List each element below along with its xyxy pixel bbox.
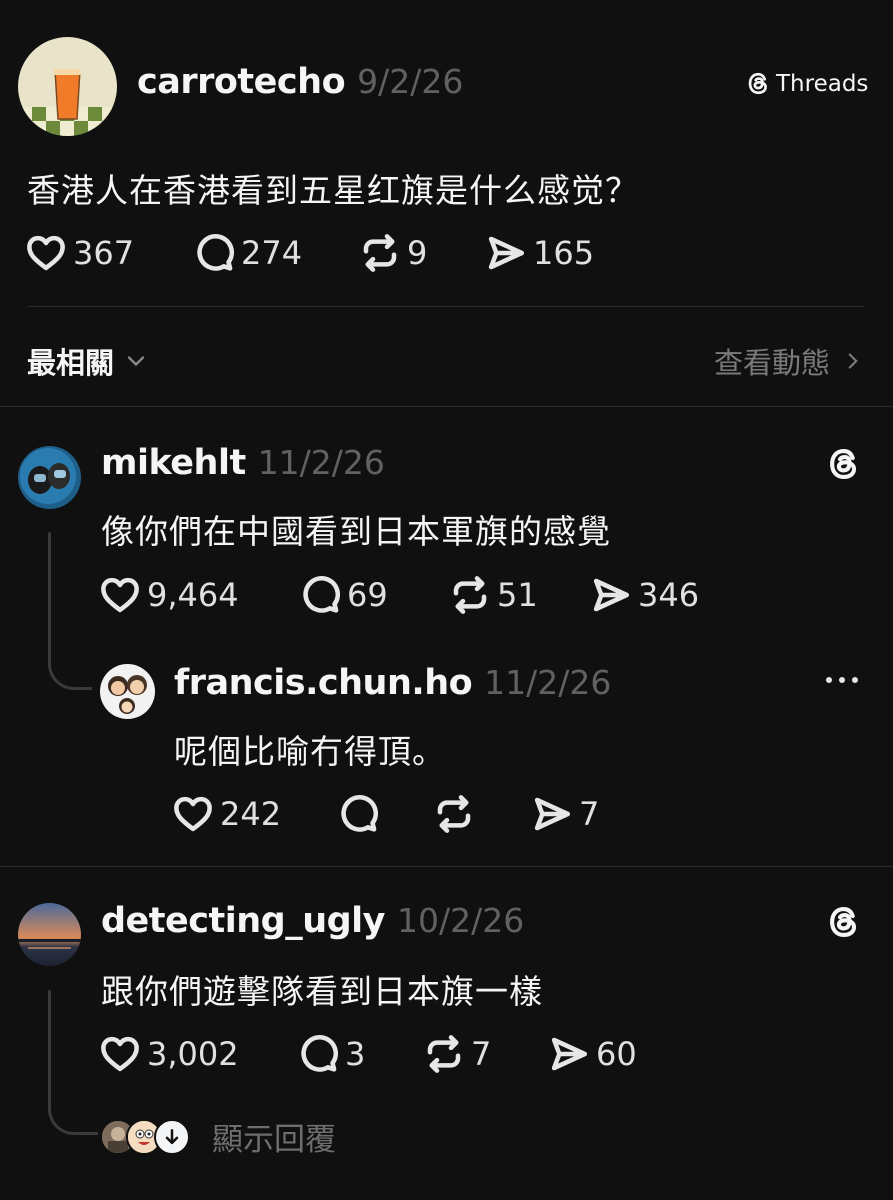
reply-username[interactable]: detecting_ugly	[101, 901, 386, 941]
repost-icon	[423, 1033, 465, 1075]
reply-actions: 9,464 69 51 346	[99, 574, 699, 616]
thread-connector	[48, 630, 92, 690]
like-count: 242	[220, 795, 282, 833]
send-icon	[531, 793, 573, 835]
sort-label: 最相關	[27, 346, 115, 380]
send-icon	[485, 232, 527, 274]
repost-button[interactable]: 7	[423, 1033, 548, 1075]
post-actions: 367 274 9 165	[25, 232, 594, 274]
share-button[interactable]: 60	[548, 1033, 637, 1075]
reply-text: 像你們在中國看到日本軍旗的感覺	[101, 512, 611, 551]
comment-button[interactable]: 3	[297, 1033, 423, 1075]
repost-icon	[359, 232, 401, 274]
threads-logo-icon[interactable]	[825, 903, 863, 941]
threads-badge[interactable]: Threads	[745, 70, 868, 97]
like-button[interactable]: 242	[172, 793, 337, 835]
share-button[interactable]: 7	[531, 793, 599, 835]
reply-date: 10/2/26	[397, 901, 525, 940]
reply-username[interactable]: mikehlt	[101, 443, 246, 483]
share-button[interactable]: 346	[590, 574, 699, 616]
divider	[27, 306, 865, 307]
heart-icon	[172, 793, 214, 835]
comment-count: 274	[241, 234, 303, 272]
like-button[interactable]: 367	[25, 232, 193, 274]
send-icon	[548, 1033, 590, 1075]
repost-icon	[449, 574, 491, 616]
comment-icon	[297, 1033, 339, 1075]
reply-username[interactable]: francis.chun.ho	[174, 663, 473, 703]
thread-line	[48, 990, 51, 1080]
repost-count: 7	[471, 1035, 492, 1073]
reply-actions: 242 7	[172, 793, 599, 835]
repost-icon	[433, 793, 475, 835]
thread-connector	[48, 1075, 98, 1135]
like-count: 3,002	[147, 1035, 239, 1073]
share-count: 346	[638, 576, 700, 614]
like-count: 367	[73, 234, 135, 272]
show-replies-button[interactable]: 顯示回覆	[100, 1114, 336, 1159]
heart-icon	[25, 232, 67, 274]
more-options-icon[interactable]	[826, 677, 858, 683]
share-count: 165	[533, 234, 595, 272]
sort-dropdown[interactable]: 最相關	[27, 340, 150, 382]
view-activity-link[interactable]: 查看動態	[714, 340, 866, 382]
comment-button[interactable]: 274	[193, 232, 359, 274]
like-button[interactable]: 3,002	[99, 1033, 297, 1075]
reply-text: 呢個比喻冇得頂。	[174, 732, 446, 771]
comment-icon	[193, 232, 235, 274]
post-date: 9/2/26	[357, 62, 464, 101]
arrow-down-icon	[154, 1118, 190, 1155]
post-text: 香港人在香港看到五星红旗是什么感觉？	[27, 171, 639, 210]
post-username[interactable]: carrotecho	[137, 62, 346, 102]
threads-label: Threads	[776, 70, 869, 97]
repost-button[interactable]: 51	[449, 574, 590, 616]
avatar-carrotecho[interactable]	[18, 37, 117, 136]
reply-text: 跟你們遊擊隊看到日本旗一樣	[101, 972, 543, 1011]
chevron-right-icon	[848, 353, 858, 369]
comment-button[interactable]: 69	[299, 574, 449, 616]
comment-count: 69	[347, 576, 388, 614]
reply-actions: 3,002 3 7 60	[99, 1033, 637, 1075]
reply-date: 11/2/26	[484, 663, 612, 702]
repost-count: 51	[497, 576, 538, 614]
repost-button[interactable]	[433, 793, 531, 835]
chevron-down-icon	[127, 356, 145, 367]
comment-icon	[299, 574, 341, 616]
share-count: 60	[596, 1035, 637, 1073]
share-button[interactable]: 165	[485, 232, 594, 274]
threads-logo-icon[interactable]	[825, 445, 863, 483]
heart-icon	[99, 1033, 141, 1075]
comment-button[interactable]	[337, 793, 433, 835]
threads-logo-icon	[745, 70, 772, 97]
heart-icon	[99, 574, 141, 616]
repost-button[interactable]: 9	[359, 232, 485, 274]
share-count: 7	[579, 795, 600, 833]
reply-date: 11/2/26	[257, 443, 385, 482]
show-replies-label: 顯示回覆	[212, 1122, 336, 1158]
divider	[0, 406, 893, 407]
thread-line	[48, 532, 51, 637]
comment-icon	[337, 793, 379, 835]
like-button[interactable]: 9,464	[99, 574, 299, 616]
avatar-detecting-ugly[interactable]	[18, 903, 81, 966]
repost-count: 9	[407, 234, 428, 272]
like-count: 9,464	[147, 576, 239, 614]
comment-count: 3	[345, 1035, 366, 1073]
avatar-mikehlt[interactable]	[18, 446, 81, 509]
activity-label: 查看動態	[713, 346, 830, 380]
send-icon	[590, 574, 632, 616]
avatar-francis-chun-ho[interactable]	[100, 664, 155, 719]
divider	[0, 866, 893, 867]
